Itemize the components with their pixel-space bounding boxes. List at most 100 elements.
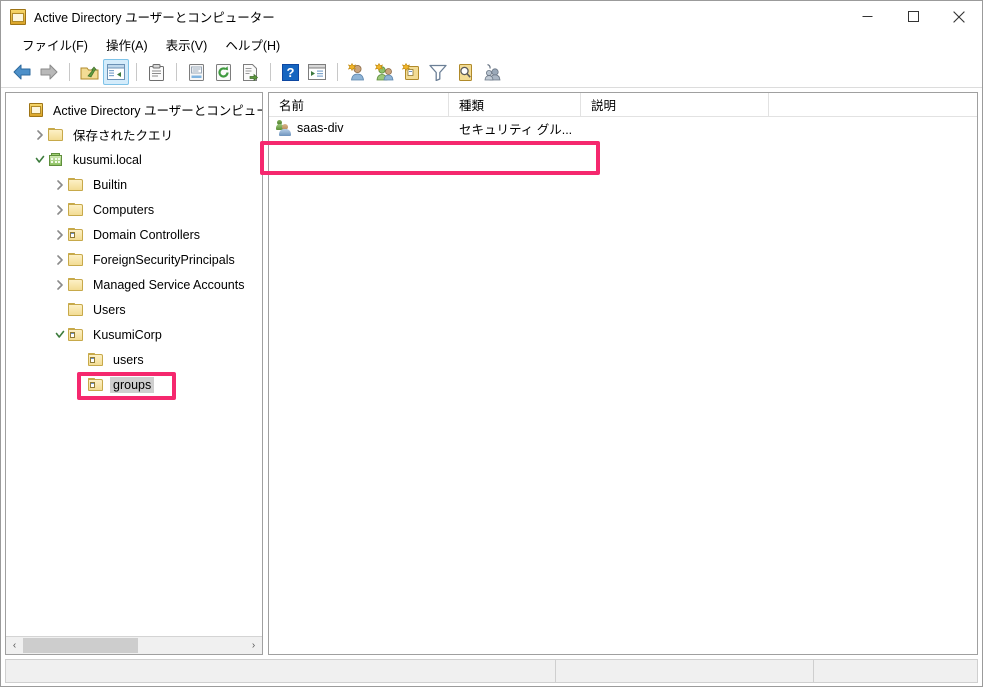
tree-item-users[interactable]: Users [6,297,262,322]
folder-icon [48,127,64,143]
toolbar: ? [1,57,982,88]
chevron-down-icon[interactable] [32,152,48,168]
scroll-track[interactable] [23,637,245,654]
table-row[interactable]: saas-div セキュリティ グル... [269,117,977,139]
filter-icon[interactable] [425,59,451,85]
maximize-button[interactable] [890,1,936,32]
cell-name: saas-div [269,120,449,136]
menu-file[interactable]: ファイル(F) [13,32,97,57]
refresh-icon[interactable] [210,59,236,85]
toolbar-separator [69,63,70,81]
chevron-right-icon[interactable] [52,177,68,193]
ou-icon [88,352,104,368]
up-one-level-icon[interactable] [76,59,102,85]
console-tree-pane: Active Directory ユーザーとコンピュー保存されたクエリ kusum… [5,92,263,655]
svg-text:?: ? [286,65,294,80]
tree-item-managed-service-accounts[interactable]: Managed Service Accounts [6,272,262,297]
toolbar-separator [337,63,338,81]
forward-icon[interactable] [36,59,62,85]
tree-item-domain-controllers[interactable]: Domain Controllers [6,222,262,247]
show-hide-console-tree-icon[interactable] [103,59,129,85]
scroll-thumb[interactable] [23,638,138,653]
back-icon[interactable] [9,59,35,85]
new-user-icon[interactable] [344,59,370,85]
show-window-icon[interactable] [304,59,330,85]
tree-item-foreign-security-principals[interactable]: ForeignSecurityPrincipals [6,247,262,272]
close-button[interactable] [936,1,982,32]
console-root-icon [10,8,26,25]
window-controls [844,1,982,32]
title-bar: Active Directory ユーザーとコンピューター [1,1,982,32]
chevron-right-icon[interactable] [52,277,68,293]
status-bar [5,659,978,683]
tree-item-computers[interactable]: Computers [6,197,262,222]
find-icon[interactable] [452,59,478,85]
menu-action[interactable]: 操作(A) [97,32,157,57]
expander-placeholder [72,377,88,393]
ou-icon [68,327,84,343]
properties-icon[interactable] [143,59,169,85]
tree-item-label: groups [110,376,155,393]
tree-item-kusumi-local[interactable]: kusumi.local [6,147,262,172]
expander-placeholder [12,102,28,118]
column-header-blank[interactable] [769,93,977,116]
list-rows-area[interactable]: saas-div セキュリティ グル... [269,117,977,654]
tree-item-label: kusumi.local [73,152,142,167]
tree-scroll-area[interactable]: Active Directory ユーザーとコンピュー保存されたクエリ kusum… [6,93,262,636]
expander-placeholder [72,352,88,368]
toolbar-separator [270,63,271,81]
list-column-headers: 名前 種類 説明 [269,93,977,117]
column-header-description[interactable]: 説明 [581,93,769,116]
menu-bar: ファイル(F) 操作(A) 表示(V) ヘルプ(H) [1,32,982,57]
folder-icon [68,302,84,318]
menu-help[interactable]: ヘルプ(H) [216,32,289,57]
chevron-right-icon[interactable] [52,252,68,268]
tree-item-kusumicorp-users[interactable]: users [6,347,262,372]
tree-item-console-root[interactable]: Active Directory ユーザーとコンピュー [6,97,262,122]
tree-item-kusumicorp-groups[interactable]: groups [6,372,262,397]
folder-icon [68,277,84,293]
tree-item-label: Computers [93,202,155,217]
tree-item-kusumicorp[interactable]: KusumiCorp [6,322,262,347]
export-icon[interactable] [237,59,263,85]
tree-item-label: Active Directory ユーザーとコンピュー [53,104,262,118]
new-ou-icon[interactable] [398,59,424,85]
folder-icon [68,177,84,193]
adu-c-window: Active Directory ユーザーとコンピューター ファイル(F) 操作… [0,0,983,687]
saved-query-icon[interactable] [479,59,505,85]
export-list-icon[interactable] [183,59,209,85]
row-name-text: saas-div [297,121,344,135]
tree-item-label: Builtin [93,177,128,192]
help-icon[interactable]: ? [277,59,303,85]
menu-view[interactable]: 表示(V) [157,32,217,57]
content-panes: Active Directory ユーザーとコンピュー保存されたクエリ kusum… [1,88,982,655]
chevron-right-icon[interactable] [32,127,48,143]
tree-item-label: users [113,352,144,367]
new-group-icon[interactable] [371,59,397,85]
tree-item-label: Managed Service Accounts [93,277,245,292]
tree-item-builtin[interactable]: Builtin [6,172,262,197]
window-title: Active Directory ユーザーとコンピューター [34,11,275,25]
scroll-left-arrow-icon[interactable]: ‹ [6,637,23,654]
status-cell-3 [814,660,977,682]
toolbar-separator [136,63,137,81]
chevron-right-icon[interactable] [52,202,68,218]
tree-horizontal-scrollbar[interactable]: ‹ › [6,636,262,654]
scroll-right-arrow-icon[interactable]: › [245,637,262,654]
status-cell-2 [556,660,814,682]
tree-item-saved-queries[interactable]: 保存されたクエリ [6,122,262,147]
details-list-pane: 名前 種類 説明 saas-div セキュリティ グル... [268,92,978,655]
chevron-right-icon[interactable] [52,227,68,243]
minimize-button[interactable] [844,1,890,32]
ou-icon [68,227,84,243]
console-root-icon [28,102,44,118]
domain-icon [48,152,64,168]
cell-type: セキュリティ グル... [459,122,573,137]
column-header-type[interactable]: 種類 [449,93,581,116]
column-header-name[interactable]: 名前 [269,93,449,116]
tree-item-label: Domain Controllers [93,227,200,242]
chevron-down-icon[interactable] [52,327,68,343]
tree-item-label: Users [93,302,126,317]
tree-item-label: ForeignSecurityPrincipals [93,252,235,267]
folder-icon [68,252,84,268]
